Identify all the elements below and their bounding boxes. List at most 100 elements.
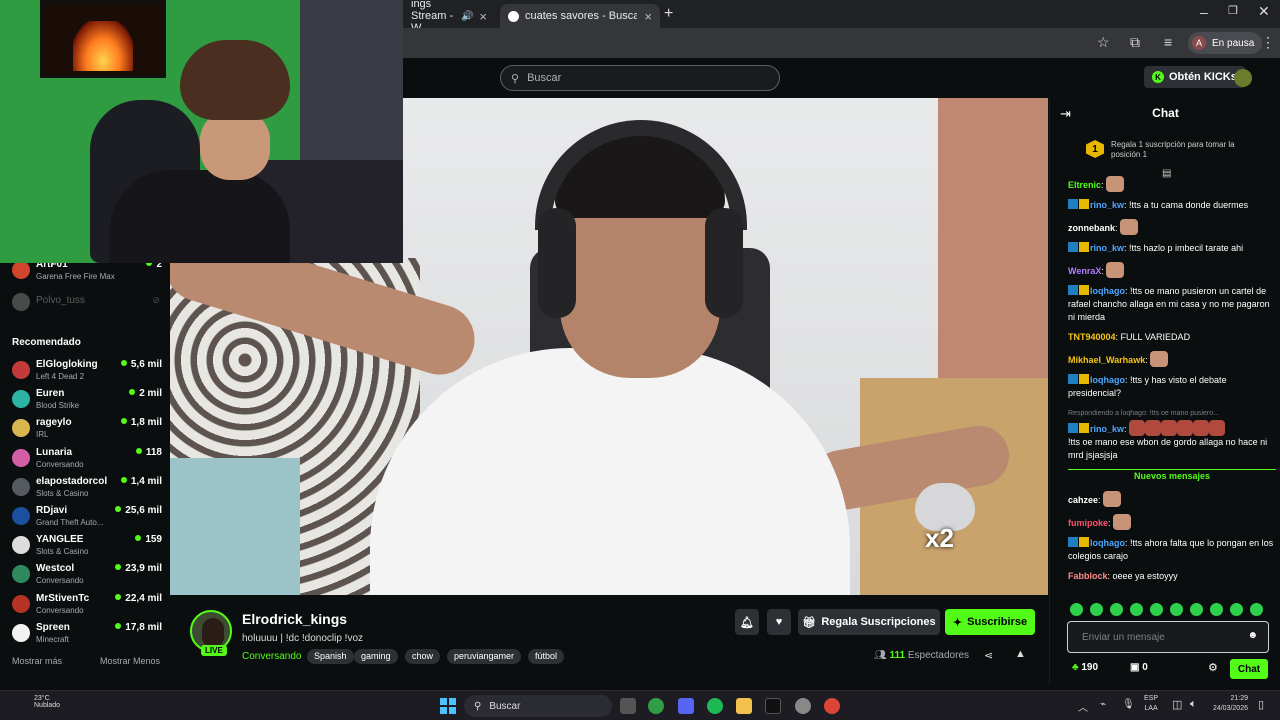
stream-tag[interactable]: Spanish [307, 649, 354, 664]
share-icon[interactable]: ⋖ [984, 649, 993, 662]
chrome-active-icon[interactable] [824, 698, 840, 714]
stream-tag[interactable]: peruviangamer [447, 649, 522, 664]
volume-icon[interactable]: 🔈︎ [1190, 698, 1197, 711]
wifi-icon[interactable]: ◫ [1172, 698, 1182, 711]
sidebar-item-recommended[interactable]: elapostadorcol Slots & Casino 1,4 mil [12, 474, 162, 502]
follow-button[interactable]: ♥ [767, 609, 791, 635]
chat-username[interactable]: Eltrenic [1068, 180, 1101, 190]
media-control-icon[interactable]: ≡ [1164, 34, 1172, 50]
chat-username[interactable]: rino_kw [1090, 424, 1124, 434]
new-tab-icon[interactable]: + [664, 5, 673, 23]
tray-network-icon[interactable]: ⌁ [1100, 699, 1106, 710]
tray-mic-icon[interactable]: 🎙︎ [1122, 699, 1135, 710]
chat-username[interactable]: WenraX [1068, 266, 1101, 276]
chat-message: zonnebank: [1068, 219, 1276, 235]
file-explorer-icon[interactable] [736, 698, 752, 714]
spotify-icon[interactable] [707, 698, 723, 714]
browser-menu-icon[interactable]: ⋮ [1261, 34, 1275, 51]
stream-tag[interactable]: fútbol [528, 649, 565, 664]
emoji-icon[interactable]: ☻ [1247, 630, 1258, 641]
minimize-icon[interactable]: – [1200, 4, 1208, 20]
chrome-icon[interactable] [648, 698, 664, 714]
discord-icon[interactable] [678, 698, 694, 714]
chat-username[interactable]: cahzee [1068, 495, 1098, 505]
avatar [12, 507, 30, 525]
chat-username[interactable]: Mikhael_Warhawk [1068, 355, 1145, 365]
clock[interactable]: 21:29 24/03/2026 [1208, 694, 1248, 714]
steam-icon[interactable] [795, 698, 811, 714]
gift-balance[interactable]: ▣ 0 [1130, 662, 1148, 673]
subscribe-button[interactable]: ✦ Suscribirse [945, 609, 1035, 635]
send-chat-button[interactable]: Chat [1230, 659, 1268, 679]
tray-chevron-icon[interactable]: ︿ [1078, 699, 1088, 714]
bell-icon: 🔔︎ [740, 616, 754, 629]
language-indicator[interactable]: ESP LAA [1144, 694, 1158, 714]
user-avatar[interactable] [1234, 69, 1252, 87]
notification-icon[interactable]: ▯ [1258, 698, 1264, 711]
emote-icon[interactable] [1230, 603, 1243, 616]
chat-username[interactable]: rino_kw [1090, 200, 1124, 210]
chat-input[interactable]: Enviar un mensaje ☻ [1067, 621, 1269, 653]
emote-icon[interactable] [1250, 603, 1263, 616]
chat-username[interactable]: rino_kw [1090, 243, 1124, 253]
get-kicks-button[interactable]: K Obtén KICKs [1144, 66, 1245, 88]
task-view-icon[interactable] [620, 698, 636, 714]
chat-username[interactable]: loqhago [1090, 538, 1125, 548]
sidebar-item-recommended[interactable]: Lunaria Conversando 118 [12, 445, 162, 473]
tab-search[interactable]: cuates savores - Buscar con Go × [500, 4, 660, 28]
tab-label: cuates savores - Buscar con Go [525, 10, 637, 22]
tab-close-icon[interactable]: × [479, 9, 487, 24]
chat-settings-icon[interactable]: ⚙ [1208, 661, 1218, 674]
start-button[interactable] [440, 698, 456, 714]
sidebar-item-followed[interactable]: Polvo_tuss ⊘ [12, 289, 162, 317]
stream-tag[interactable]: chow [405, 649, 441, 664]
bookmark-star-icon[interactable]: ☆ [1097, 34, 1110, 51]
sidebar-item-recommended[interactable]: rageylo IRL 1,8 mil [12, 415, 162, 443]
sidebar-item-recommended[interactable]: Westcol Conversando 23,9 mil [12, 561, 162, 589]
kicks-balance[interactable]: ♣ 190 [1072, 662, 1098, 673]
stream-category[interactable]: Conversando [242, 651, 301, 662]
emote-icon[interactable] [1130, 603, 1143, 616]
chat-username[interactable]: zonnebank [1068, 223, 1115, 233]
close-window-icon[interactable]: ✕ [1258, 3, 1270, 20]
sidebar-item-recommended[interactable]: RDjavi Grand Theft Auto... 25,6 mil [12, 503, 162, 531]
gift-icon: 🎁︎ [802, 616, 817, 629]
emote-icon[interactable] [1170, 603, 1183, 616]
maximize-icon[interactable]: ❐ [1228, 4, 1238, 17]
notifications-button[interactable]: 🔔︎ [735, 609, 759, 635]
extensions-icon[interactable]: ⧉ [1130, 34, 1140, 51]
search-input[interactable]: ⚲ Buscar [500, 65, 780, 91]
gift-subs-button[interactable]: 🎁︎ Regala Suscripciones [798, 609, 940, 635]
google-icon [508, 10, 519, 22]
streamer-name[interactable]: Elrodrick_kings [242, 611, 347, 627]
tab-audio-icon[interactable]: 🔊 [461, 11, 473, 22]
weather-widget[interactable]: 23°C Nublado [6, 695, 60, 709]
tab-stream[interactable]: ings Stream - W 🔊 × [403, 0, 495, 34]
crown-badge-icon [1079, 285, 1089, 295]
emote-icon[interactable] [1070, 603, 1083, 616]
profile-button[interactable]: A En pausa [1188, 32, 1263, 54]
sidebar-item-recommended[interactable]: ElGlogloking Left 4 Dead 2 5,6 mil [12, 357, 162, 385]
chat-username[interactable]: fumipoke [1068, 518, 1108, 528]
sidebar-item-recommended[interactable]: MrStivenTc Conversando 22,4 mil [12, 591, 162, 619]
chat-username[interactable]: loqhago [1090, 375, 1125, 385]
sidebar-item-recommended[interactable]: Spreen Minecraft 17,8 mil [12, 620, 162, 648]
emote-icon[interactable] [1090, 603, 1103, 616]
emote-icon[interactable] [1190, 603, 1203, 616]
emote-icon[interactable] [1110, 603, 1123, 616]
emote-icon[interactable] [1150, 603, 1163, 616]
chat-username[interactable]: loqhago [1090, 286, 1125, 296]
taskbar-search[interactable]: ⚲ Buscar [464, 695, 612, 717]
chat-username[interactable]: Fabblock [1068, 571, 1108, 581]
emote-icon[interactable] [1210, 603, 1223, 616]
sidebar-item-recommended[interactable]: Euren Blood Strike 2 mil [12, 386, 162, 414]
show-more-link[interactable]: Mostrar más [12, 656, 62, 666]
stream-tag[interactable]: gaming [354, 649, 398, 664]
tiktok-icon[interactable] [765, 698, 781, 714]
sidebar-item-recommended[interactable]: YANGLEE Slots & Casino 159 [12, 532, 162, 560]
chat-message: rino_kw: !tts oe mano ese wbon de gordo … [1068, 420, 1276, 462]
tab-close-icon[interactable]: × [644, 9, 652, 24]
chat-username[interactable]: TNT940004 [1068, 332, 1116, 342]
report-icon[interactable]: ▲ [1015, 648, 1026, 660]
show-less-link[interactable]: Mostrar Menos [100, 656, 160, 666]
